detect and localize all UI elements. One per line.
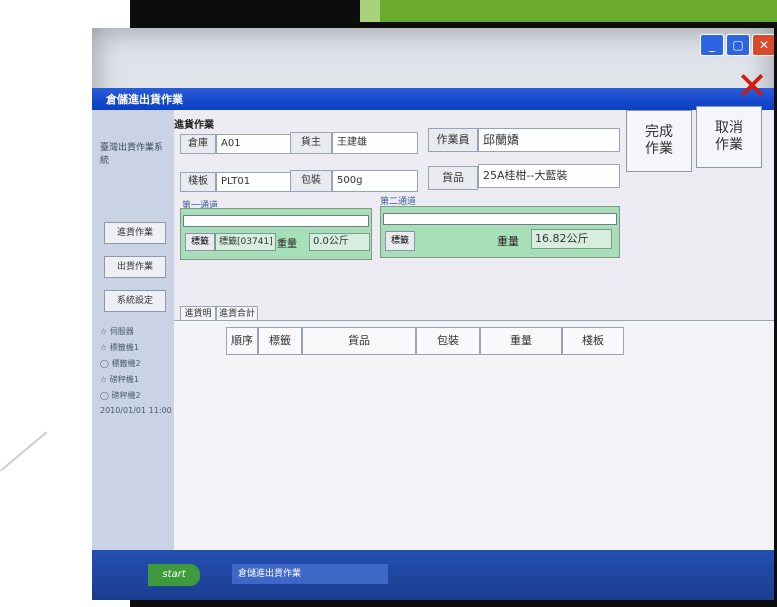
status-datetime: 2010/01/01 11:00 <box>100 406 172 415</box>
channel-1-panel: 標籤 標籤[03741] 重量 0.0公斤 <box>180 208 372 260</box>
sidebar: 臺灣出貨作業系統 進貨作業 出貨作業 系統設定 ☆ 伺服器 ☆ 標籤機1 ◯ 標… <box>92 110 174 550</box>
main-panel: 進貨作業 倉庫 A01 貨主 王建雄 作業員 邱蘭嬌 棧板 PLT01 包裝 5… <box>174 106 774 551</box>
status-scale-2: ◯ 磅秤機2 <box>100 391 141 400</box>
start-button[interactable]: start <box>148 564 200 586</box>
status-label-printer-1: ☆ 標籤機1 <box>100 343 139 352</box>
photo-accent <box>380 0 777 22</box>
pallet-label[interactable]: 棧板 <box>180 172 216 192</box>
warehouse-label[interactable]: 倉庫 <box>180 134 216 154</box>
cancel-button[interactable]: 取消 作業 <box>696 106 762 168</box>
sidebar-inbound-button[interactable]: 進貨作業 <box>104 222 166 244</box>
column-header-pallet: 棧板 <box>562 327 624 355</box>
operator-field[interactable]: 邱蘭嬌 <box>478 128 620 152</box>
channel-2-panel: 標籤 重量 16.82公斤 <box>380 206 620 258</box>
column-header-weight: 重量 <box>480 327 562 355</box>
sidebar-logo: 臺灣出貨作業系統 <box>100 143 164 166</box>
pallet-field[interactable]: PLT01 <box>216 172 292 192</box>
owner-field[interactable]: 王建雄 <box>332 132 418 154</box>
channel-2-tag-label[interactable]: 標籤 <box>385 231 415 251</box>
detail-table: 順序 標籤 貨品 包裝 重量 棧板 <box>174 320 774 551</box>
column-header-tag: 標籤 <box>258 327 302 355</box>
goods-field[interactable]: 25A桂柑--大藍裝 <box>478 164 620 188</box>
window-title: 倉儲進出貨作業 <box>106 93 183 106</box>
operator-label[interactable]: 作業員 <box>428 128 478 152</box>
close-button[interactable]: ✕ <box>752 34 774 56</box>
minimize-button[interactable]: _ <box>700 34 724 56</box>
maximize-button[interactable]: ▢ <box>726 34 750 56</box>
pack-field[interactable]: 500g <box>332 170 418 192</box>
sidebar-settings-button[interactable]: 系統設定 <box>104 290 166 312</box>
pack-label[interactable]: 包裝 <box>290 170 332 192</box>
owner-label[interactable]: 貨主 <box>290 132 332 154</box>
taskbar: start 倉儲進出貨作業 <box>92 550 774 600</box>
close-icon[interactable]: ✕ <box>734 67 770 105</box>
channel-2-weight-value: 16.82公斤 <box>531 229 612 249</box>
column-header-order: 順序 <box>226 327 258 355</box>
complete-button[interactable]: 完成 作業 <box>626 110 692 172</box>
channel-2-weight-label: 重量 <box>497 235 519 248</box>
monitor-screen: 倉儲進出貨作業 _ ▢ ✕ ✕ 臺灣出貨作業系統 進貨作業 出貨作業 系統設定 … <box>92 28 774 600</box>
goods-label[interactable]: 貨品 <box>428 166 478 190</box>
status-scale-1: ☆ 磅秤機1 <box>100 375 139 384</box>
page-title: 進貨作業 <box>174 120 214 131</box>
channel-2-scan-slot[interactable] <box>383 213 617 225</box>
sidebar-outbound-button[interactable]: 出貨作業 <box>104 256 166 278</box>
channel-1-weight-value: 0.0公斤 <box>309 233 370 251</box>
status-label-printer-2: ◯ 標籤機2 <box>100 359 141 368</box>
column-header-pack: 包裝 <box>416 327 480 355</box>
channel-1-tag-value: 標籤[03741] <box>215 233 276 251</box>
status-server: ☆ 伺服器 <box>100 327 134 336</box>
taskbar-app-button[interactable]: 倉儲進出貨作業 <box>232 564 388 584</box>
channel-1-scan-slot[interactable] <box>183 215 369 227</box>
channel-1-weight-label: 重量 <box>277 239 297 250</box>
window-titlebar: 倉儲進出貨作業 <box>92 88 774 110</box>
column-header-goods: 貨品 <box>302 327 416 355</box>
channel-1-tag-label[interactable]: 標籤 <box>185 233 215 251</box>
